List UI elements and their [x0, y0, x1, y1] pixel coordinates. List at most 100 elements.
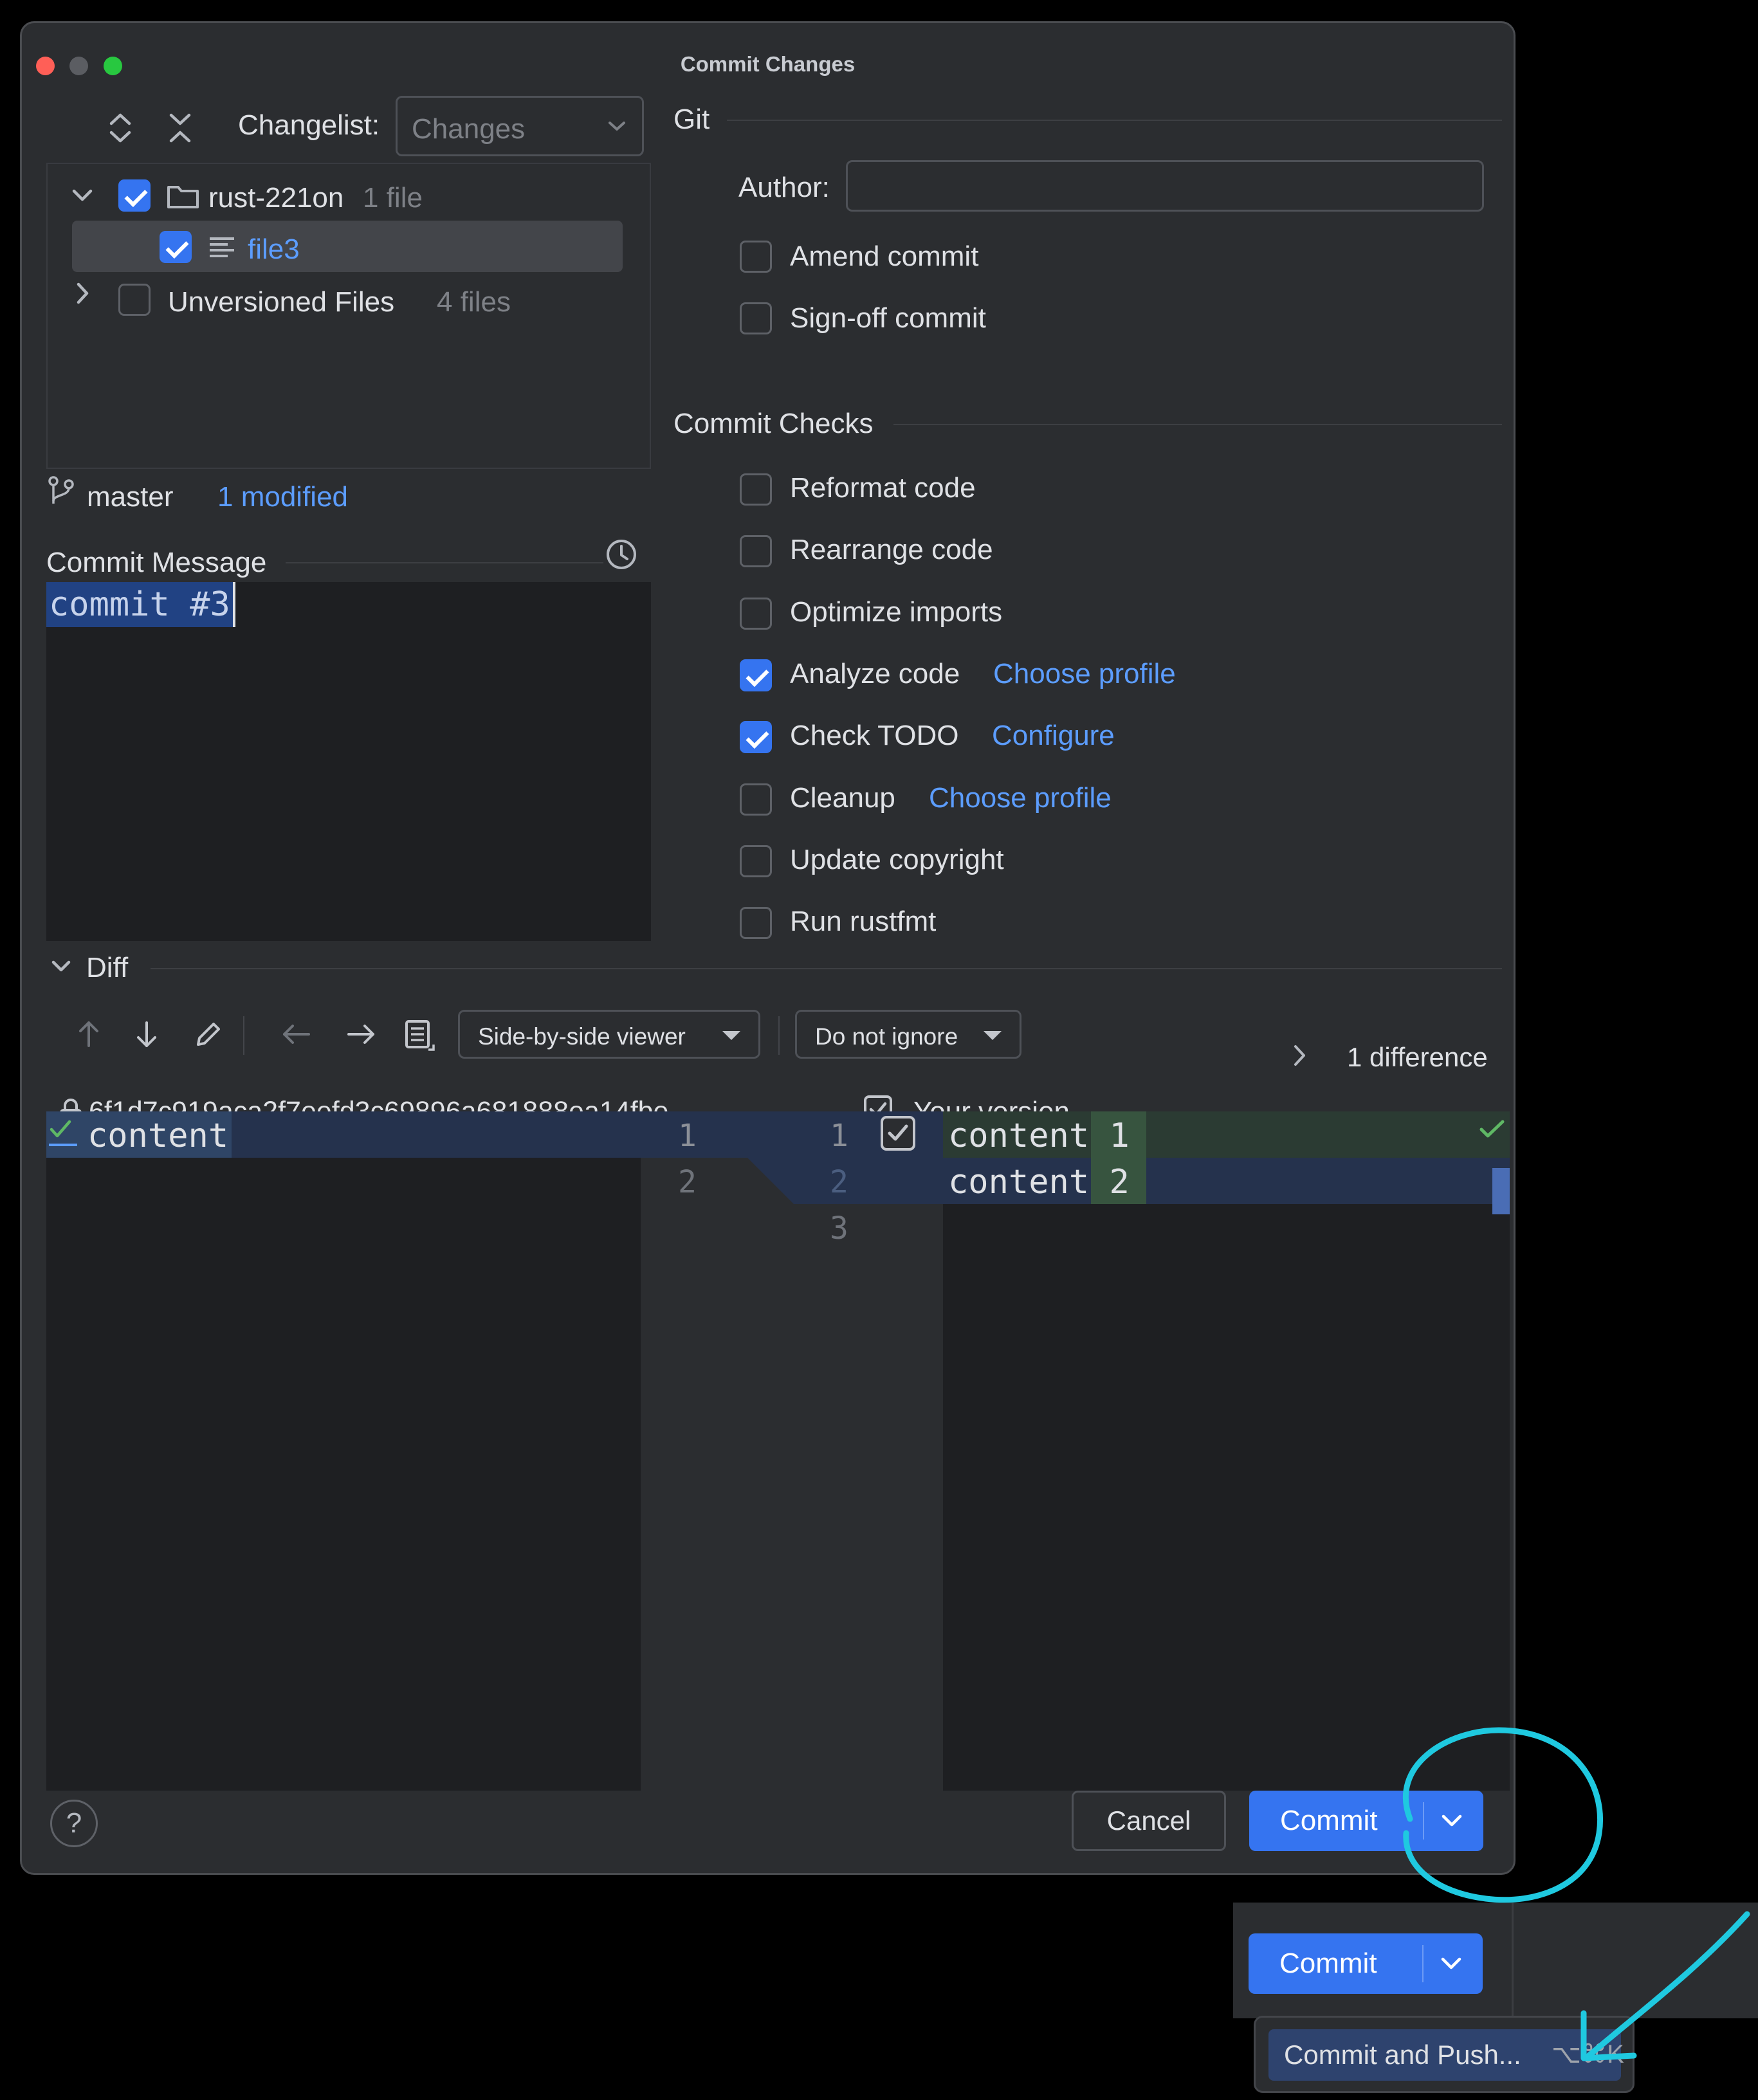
left-editor[interactable]: content: [46, 1111, 641, 1791]
popup-zoom-crop: Commit Commit and Push... ⌥⌘K: [1233, 1903, 1758, 2100]
check-6-label[interactable]: Update copyright: [790, 844, 1004, 876]
check-4-label[interactable]: Check TODO: [790, 720, 958, 752]
diff-viewer: content 1 2 1 2 3 content 1 content 2: [46, 1111, 1510, 1791]
right-editor[interactable]: content 1 content 2: [943, 1111, 1510, 1791]
check-0-label[interactable]: Reformat code: [790, 472, 976, 504]
change-stripe-marker: [1492, 1168, 1510, 1214]
check-1-label[interactable]: Rearrange code: [790, 534, 993, 566]
branch-icon: [48, 476, 74, 504]
right-line-number-1: 1: [830, 1118, 848, 1154]
commit-message-text: commit #3: [46, 582, 235, 627]
folder-icon: [167, 186, 199, 208]
arrow-right-icon[interactable]: [346, 1021, 377, 1047]
file3-checkbox[interactable]: [160, 231, 192, 263]
commit-options-chevron-icon[interactable]: [1440, 1957, 1462, 1971]
check-1-checkbox[interactable]: [740, 535, 772, 567]
difference-count: 1 difference: [1347, 1042, 1488, 1072]
help-button[interactable]: ?: [50, 1800, 98, 1847]
right-line-1-added: 1: [1109, 1117, 1130, 1155]
check-4-link[interactable]: Configure: [992, 720, 1115, 752]
chevron-down-icon: [609, 122, 625, 131]
edit-pencil-icon[interactable]: [193, 1020, 223, 1050]
right-line-2-text: content: [948, 1163, 1090, 1201]
right-line-number-2: 2: [830, 1164, 848, 1200]
checks-divider: [893, 424, 1502, 425]
check-marker-icon: [49, 1120, 77, 1146]
next-difference-icon[interactable]: [134, 1019, 160, 1050]
menu-item-commit-and-push[interactable]: Commit and Push... ⌥⌘K: [1268, 2029, 1624, 2081]
commit-button[interactable]: Commit: [1280, 1805, 1378, 1837]
check-5-label[interactable]: Cleanup: [790, 782, 895, 814]
chevron-down-icon[interactable]: [72, 188, 93, 203]
chevron-down-icon[interactable]: [51, 960, 71, 974]
ignore-whitespace-dropdown[interactable]: Do not ignore: [795, 1010, 1021, 1059]
modified-count-link[interactable]: 1 modified: [217, 481, 348, 513]
check-3-label[interactable]: Analyze code: [790, 658, 960, 690]
chevron-right-icon[interactable]: [76, 282, 90, 304]
check-2-label[interactable]: Optimize imports: [790, 596, 1002, 628]
toolbar-separator: [243, 1016, 244, 1055]
menu-item-shortcut: ⌥⌘K: [1552, 2040, 1624, 2068]
commit-message-editor[interactable]: commit #3: [46, 582, 651, 941]
viewer-mode-dropdown[interactable]: Side-by-side viewer: [458, 1010, 760, 1059]
check-6-checkbox[interactable]: [740, 845, 772, 877]
check-0-checkbox[interactable]: [740, 473, 772, 506]
collapse-all-icon[interactable]: [168, 110, 192, 146]
check-3-checkbox[interactable]: [740, 659, 772, 691]
amend-commit-label[interactable]: Amend commit: [790, 241, 978, 273]
check-7-label[interactable]: Run rustfmt: [790, 906, 936, 938]
sign-off-commit-label[interactable]: Sign-off commit: [790, 302, 986, 334]
commit-options-menu: Commit and Push... ⌥⌘K: [1254, 2016, 1634, 2093]
left-line-1: content: [87, 1117, 229, 1155]
window-title: Commit Changes: [680, 52, 856, 76]
cancel-button[interactable]: Cancel: [1072, 1791, 1226, 1851]
changelist-dropdown[interactable]: Changes: [396, 96, 644, 156]
right-line-1-text: content: [948, 1117, 1090, 1155]
caret-down-icon: [722, 1031, 740, 1040]
check-3-link[interactable]: Choose profile: [993, 658, 1176, 690]
chevron-right-icon[interactable]: [1293, 1045, 1307, 1068]
previous-difference-icon[interactable]: [76, 1019, 102, 1050]
tree-root-name[interactable]: rust-221on: [208, 182, 343, 214]
caret-down-icon: [984, 1031, 1002, 1040]
tree-unversioned-name[interactable]: Unversioned Files: [168, 286, 394, 318]
right-line-1: content 1: [948, 1117, 1130, 1155]
popup-commit-button[interactable]: Commit: [1279, 1948, 1377, 1980]
changelist-value: Changes: [412, 113, 526, 145]
check-2-checkbox[interactable]: [740, 598, 772, 630]
check-4-checkbox[interactable]: [740, 721, 772, 753]
sign-off-commit-checkbox[interactable]: [740, 302, 772, 334]
author-label: Author:: [738, 172, 830, 203]
commit-message-divider: [286, 562, 603, 563]
commit-options-chevron-icon[interactable]: [1441, 1814, 1463, 1828]
ignore-value: Do not ignore: [815, 1023, 958, 1050]
git-section-title: Git: [673, 104, 710, 135]
toolbar-separator: [778, 1016, 780, 1055]
check-5-checkbox[interactable]: [740, 783, 772, 816]
arrow-left-icon[interactable]: [280, 1021, 311, 1047]
diff-gutter: 1 2 1 2 3: [641, 1111, 943, 1791]
split-separator: [1423, 1802, 1424, 1840]
tree-row-file3[interactable]: [72, 221, 623, 272]
history-clock-icon[interactable]: [605, 538, 638, 571]
unversioned-checkbox[interactable]: [118, 284, 151, 316]
branch-name[interactable]: master: [87, 481, 173, 513]
rust-221on-checkbox[interactable]: [118, 179, 151, 212]
tree-file3-name: file3: [248, 233, 300, 265]
diff-divider: [151, 968, 1502, 969]
check-5-link[interactable]: Choose profile: [929, 782, 1112, 814]
viewer-mode-value: Side-by-side viewer: [478, 1023, 686, 1050]
commit-message-label: Commit Message: [46, 547, 267, 578]
commit-dialog: Commit Changes Changelist: Changes rust-…: [20, 21, 1515, 1875]
expand-all-icon[interactable]: [108, 110, 133, 146]
author-input[interactable]: [846, 160, 1484, 212]
changelist-label: Changelist:: [238, 109, 380, 141]
text-file-icon: [210, 237, 234, 257]
changes-tree: rust-221on 1 file file3 Unversioned File…: [46, 163, 651, 469]
amend-commit-checkbox[interactable]: [740, 241, 772, 273]
right-line-2: content 2: [948, 1163, 1130, 1201]
document-settings-icon[interactable]: [404, 1019, 436, 1052]
include-change-checkbox-icon[interactable]: [880, 1115, 916, 1151]
check-7-checkbox[interactable]: [740, 907, 772, 939]
right-line-number-3: 3: [830, 1210, 848, 1246]
